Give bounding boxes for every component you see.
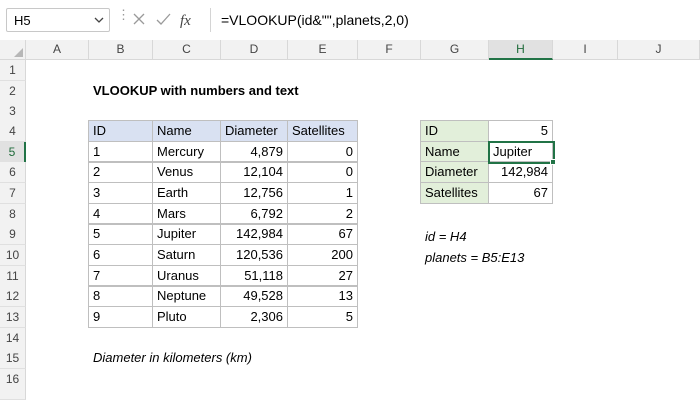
table-cell[interactable]: 0 [287, 161, 358, 183]
row-header-13[interactable]: 13 [0, 307, 26, 328]
table-header-diameter[interactable]: Diameter [220, 120, 288, 142]
table-cell[interactable]: 200 [287, 244, 358, 266]
column-header-d[interactable]: D [221, 40, 288, 60]
footnote[interactable]: Diameter in kilometers (km) [89, 348, 349, 369]
column-header-j[interactable]: J [618, 40, 700, 60]
column-header-b[interactable]: B [89, 40, 153, 60]
formula-input[interactable]: =VLOOKUP(id&"",planets,2,0) [210, 8, 696, 32]
table-cell[interactable]: 3 [88, 182, 153, 204]
column-header-g[interactable]: G [421, 40, 489, 60]
row-header-6[interactable]: 6 [0, 162, 26, 183]
fx-label: fx [180, 13, 191, 29]
named-range-id[interactable]: id = H4 [421, 227, 621, 248]
row-header-12[interactable]: 12 [0, 286, 26, 307]
table-cell[interactable]: 12,756 [220, 182, 288, 204]
table-cell[interactable]: 2,306 [220, 306, 288, 328]
row-header-14[interactable]: 14 [0, 328, 26, 349]
row-header-3[interactable]: 3 [0, 101, 26, 122]
table-cell[interactable]: 7 [88, 265, 153, 287]
table-header-satellites[interactable]: Satellites [287, 120, 358, 142]
row-header-10[interactable]: 10 [0, 245, 26, 266]
table-header-id[interactable]: ID [88, 120, 153, 142]
row-header-16[interactable]: 16 [0, 369, 26, 400]
table-cell[interactable]: Venus [152, 161, 221, 183]
table-cell[interactable]: 9 [88, 306, 153, 328]
select-all-icon [14, 48, 23, 57]
lookup-diameter-value[interactable]: 142,984 [488, 161, 553, 183]
lookup-satellites-value[interactable]: 67 [488, 182, 553, 204]
table-cell[interactable]: 67 [287, 223, 358, 245]
table-cell[interactable]: Earth [152, 182, 221, 204]
table-cell[interactable]: 27 [287, 265, 358, 287]
row-header-8[interactable]: 8 [0, 204, 26, 225]
column-header-a[interactable]: A [26, 40, 89, 60]
table-cell[interactable]: 13 [287, 285, 358, 307]
table-cell[interactable]: 6 [88, 244, 153, 266]
row-header-4[interactable]: 4 [0, 121, 26, 142]
row-header-5[interactable]: 5 [0, 142, 26, 163]
formula-text: =VLOOKUP(id&"",planets,2,0) [221, 12, 409, 28]
table-cell[interactable]: Saturn [152, 244, 221, 266]
name-box-value: H5 [14, 13, 31, 28]
table-cell[interactable]: Jupiter [152, 223, 221, 245]
lookup-diameter-label[interactable]: Diameter [420, 161, 489, 183]
table-header-name[interactable]: Name [152, 120, 221, 142]
separator-dots: ⋮ [117, 8, 130, 28]
column-header-c[interactable]: C [153, 40, 221, 60]
table-cell[interactable]: 6,792 [220, 203, 288, 225]
row-header-9[interactable]: 9 [0, 224, 26, 245]
column-header-e[interactable]: E [288, 40, 358, 60]
row-header-2[interactable]: 2 [0, 81, 26, 102]
table-cell[interactable]: 2 [88, 161, 153, 183]
table-cell[interactable]: 4,879 [220, 141, 288, 163]
row-header-15[interactable]: 15 [0, 348, 26, 369]
table-cell[interactable]: 12,104 [220, 161, 288, 183]
select-all-corner[interactable] [0, 40, 26, 60]
active-cell-border[interactable] [488, 141, 555, 164]
enter-check-icon[interactable] [156, 13, 171, 25]
table-cell[interactable]: 8 [88, 285, 153, 307]
fill-handle[interactable] [550, 159, 556, 165]
chevron-down-icon[interactable] [94, 15, 104, 25]
row-header-11[interactable]: 11 [0, 266, 26, 287]
named-range-planets[interactable]: planets = B5:E13 [421, 248, 621, 269]
table-cell[interactable]: Uranus [152, 265, 221, 287]
table-cell[interactable]: 5 [287, 306, 358, 328]
table-cell[interactable]: 4 [88, 203, 153, 225]
table-cell[interactable]: Neptune [152, 285, 221, 307]
column-header-i[interactable]: I [553, 40, 618, 60]
table-cell[interactable]: Mercury [152, 141, 221, 163]
table-cell[interactable]: Mars [152, 203, 221, 225]
lookup-id-value[interactable]: 5 [488, 120, 553, 142]
lookup-id-label[interactable]: ID [420, 120, 489, 142]
insert-function-icon[interactable]: fx [180, 13, 191, 29]
formula-buttons: fx [133, 13, 191, 29]
name-box[interactable]: H5 [6, 8, 110, 32]
row-header-7[interactable]: 7 [0, 183, 26, 204]
table-cell[interactable]: Pluto [152, 306, 221, 328]
table-cell[interactable]: 1 [88, 141, 153, 163]
table-cell[interactable]: 2 [287, 203, 358, 225]
sheet-title[interactable]: VLOOKUP with numbers and text [89, 81, 389, 102]
column-header-f[interactable]: F [358, 40, 421, 60]
column-header-h[interactable]: H [489, 40, 553, 60]
table-cell[interactable]: 1 [287, 182, 358, 204]
table-cell[interactable]: 142,984 [220, 223, 288, 245]
table-cell[interactable]: 51,118 [220, 265, 288, 287]
lookup-name-label[interactable]: Name [420, 141, 489, 163]
table-cell[interactable]: 120,536 [220, 244, 288, 266]
table-cell[interactable]: 49,528 [220, 285, 288, 307]
cancel-icon[interactable] [133, 13, 145, 25]
table-cell[interactable]: 0 [287, 141, 358, 163]
table-cell[interactable]: 5 [88, 223, 153, 245]
row-header-1[interactable]: 1 [0, 60, 26, 81]
lookup-satellites-label[interactable]: Satellites [420, 182, 489, 204]
